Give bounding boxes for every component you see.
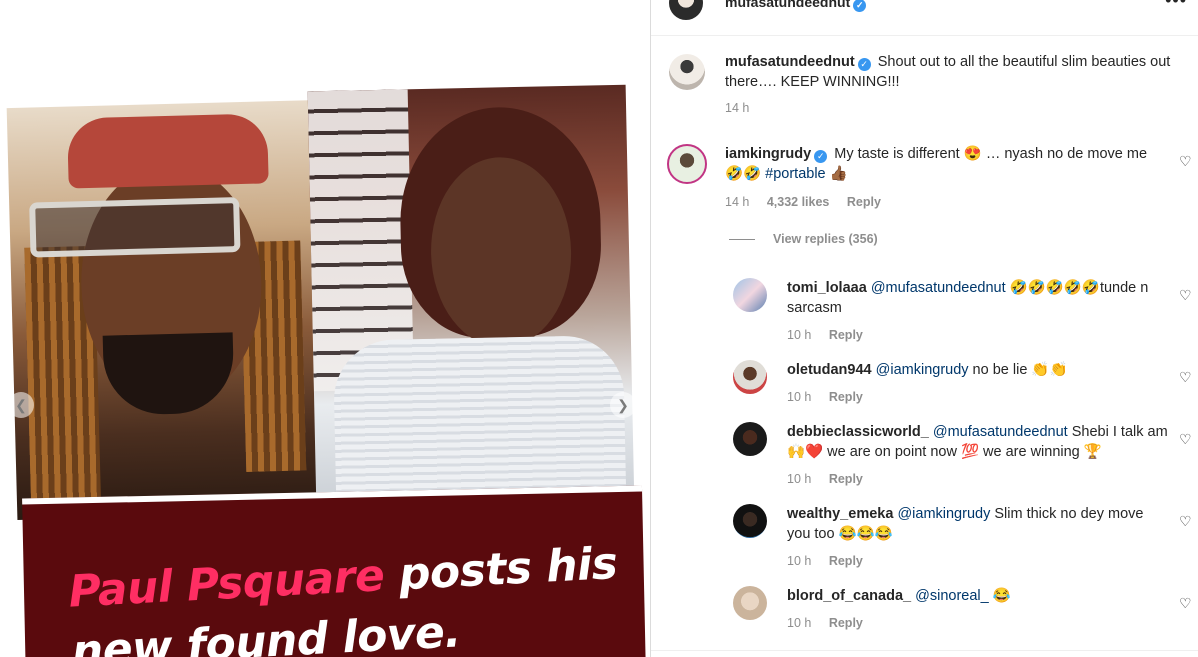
comment-meta: 14 h 4,332 likes Reply	[725, 195, 895, 209]
chevron-left-icon[interactable]: ❮	[8, 392, 34, 418]
reply-button[interactable]: Reply	[829, 472, 863, 486]
reply-username[interactable]: debbieclassicworld_	[787, 424, 929, 440]
timestamp[interactable]: 10 h	[787, 616, 811, 630]
comment-text-end: 👍🏾	[825, 166, 848, 182]
divider	[651, 650, 1198, 651]
headline-name: Paul Psquare	[67, 550, 386, 618]
avatar[interactable]	[669, 0, 703, 20]
mention-link[interactable]: @mufasatundeednut	[933, 424, 1068, 440]
reply-username[interactable]: oletudan944	[787, 362, 872, 378]
avatar[interactable]	[733, 586, 767, 620]
timestamp[interactable]: 10 h	[787, 390, 811, 404]
photo-man	[6, 99, 330, 521]
caption-meta: 14 h	[725, 101, 763, 115]
caption-username[interactable]: mufasatundeednut	[725, 54, 855, 70]
view-replies-button[interactable]: View replies (356)	[729, 232, 878, 252]
avatar[interactable]	[733, 278, 767, 312]
reply-text: 😂	[988, 588, 1011, 604]
post-media[interactable]: Paul Psquare posts his new found love. ❮…	[0, 0, 650, 657]
likes-count[interactable]: 4,332 likes	[767, 195, 830, 209]
mention-link[interactable]: @sinoreal_	[915, 588, 989, 604]
reply-body: tomi_lolaaa @mufasatundeednut 🤣🤣🤣🤣🤣tunde…	[787, 278, 1169, 318]
caption-body: mufasatundeednut ✓ Shout out to all the b…	[725, 52, 1175, 92]
bandana	[66, 113, 269, 189]
heart-icon[interactable]: ♡	[1179, 370, 1193, 384]
reply-meta: 10 h Reply	[787, 328, 877, 342]
reply-meta: 10 h Reply	[787, 472, 877, 486]
reply-meta: 10 h Reply	[787, 390, 877, 404]
comments-panel[interactable]: mufasatundeednut ✓ ••• mufasatundeednut ✓ …	[650, 0, 1198, 657]
timestamp[interactable]: 10 h	[787, 554, 811, 568]
heart-icon[interactable]: ♡	[1179, 154, 1193, 168]
avatar[interactable]	[733, 360, 767, 394]
reply-button[interactable]: Reply	[829, 554, 863, 568]
reply-button[interactable]: Reply	[829, 328, 863, 342]
reply-button[interactable]: Reply	[847, 195, 881, 209]
more-icon[interactable]: •••	[1165, 0, 1187, 11]
timestamp[interactable]: 14 h	[725, 195, 749, 209]
reply-text: no be lie 👏👏	[968, 362, 1068, 378]
avatar[interactable]	[667, 144, 707, 184]
comment-body: iamkingrudy ✓ My taste is different 😍 … n…	[725, 144, 1155, 184]
timestamp[interactable]: 14 h	[725, 101, 749, 115]
white-top	[332, 334, 627, 510]
timestamp[interactable]: 10 h	[787, 472, 811, 486]
reply-body: oletudan944 @iamkingrudy no be lie 👏👏	[787, 360, 1169, 380]
photo-woman	[307, 84, 635, 510]
reply-username[interactable]: blord_of_canada_	[787, 588, 911, 604]
view-replies-label: View replies (356)	[773, 232, 878, 246]
avatar[interactable]	[733, 422, 767, 456]
reply-button[interactable]: Reply	[829, 616, 863, 630]
reply-username[interactable]: tomi_lolaaa	[787, 280, 867, 296]
hashtag-link[interactable]: #portable	[765, 166, 825, 182]
chevron-right-icon[interactable]: ❯	[610, 392, 636, 418]
reply-button[interactable]: Reply	[829, 390, 863, 404]
heart-icon[interactable]: ♡	[1179, 432, 1193, 446]
verified-badge-icon: ✓	[814, 150, 828, 163]
divider	[729, 239, 755, 241]
reply-body: debbieclassicworld_ @mufasatundeednut Sh…	[787, 422, 1169, 462]
verified-badge-icon: ✓	[853, 0, 867, 12]
avatar[interactable]	[669, 54, 705, 90]
reply-meta: 10 h Reply	[787, 616, 877, 630]
heart-icon[interactable]: ♡	[1179, 514, 1193, 528]
reply-body: wealthy_emeka @iamkingrudy Slim thick no…	[787, 504, 1169, 544]
reply-username[interactable]: wealthy_emeka	[787, 506, 893, 522]
timestamp[interactable]: 10 h	[787, 328, 811, 342]
reply-meta: 10 h Reply	[787, 554, 877, 568]
verified-badge-icon: ✓	[857, 58, 871, 71]
sunglasses	[29, 197, 241, 258]
mention-link[interactable]: @mufasatundeednut	[871, 280, 1006, 296]
reply-body: blord_of_canada_ @sinoreal_ 😂	[787, 586, 1169, 606]
comment-username[interactable]: iamkingrudy	[725, 146, 811, 162]
heart-icon[interactable]: ♡	[1179, 596, 1193, 610]
mention-link[interactable]: @iamkingrudy	[876, 362, 969, 378]
header-username[interactable]: mufasatundeednut ✓	[725, 0, 869, 12]
post-header: mufasatundeednut ✓ •••	[651, 0, 1198, 36]
mention-link[interactable]: @iamkingrudy	[897, 506, 990, 522]
heart-icon[interactable]: ♡	[1179, 288, 1193, 302]
beard	[102, 332, 235, 416]
headline-line1-rest: posts his	[382, 537, 619, 602]
avatar[interactable]	[733, 504, 767, 538]
